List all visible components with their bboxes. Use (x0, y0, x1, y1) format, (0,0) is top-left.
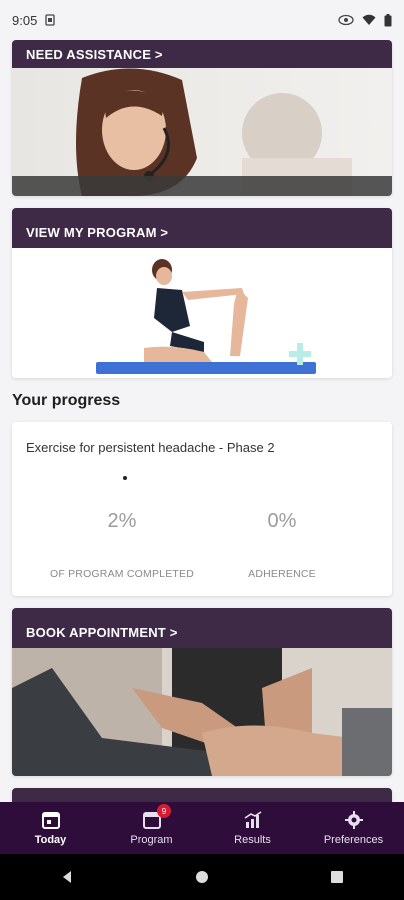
battery-icon (384, 13, 392, 27)
chart-icon (243, 810, 263, 830)
android-navigation-bar (0, 854, 404, 900)
wifi-icon (362, 14, 376, 26)
program-label[interactable]: VIEW MY PROGRAM > (26, 225, 168, 240)
nav-today-label: Today (34, 834, 67, 846)
status-bar: 9:05 (0, 0, 404, 40)
assistance-card[interactable]: NEED ASSISTANCE > (12, 40, 392, 196)
program-image (12, 248, 392, 378)
progress-card[interactable]: Exercise for persistent headache - Phase… (12, 422, 392, 596)
assistance-label[interactable]: NEED ASSISTANCE > (26, 47, 163, 62)
assistance-image (12, 68, 392, 196)
progress-program-name: Exercise for persistent headache - Phase… (26, 440, 275, 455)
completed-value: 2% (107, 510, 137, 532)
nav-preferences-label: Preferences (323, 834, 384, 846)
gear-icon (344, 810, 364, 830)
completed-label: OF PROGRAM COMPLETED (49, 568, 194, 580)
program-card[interactable]: VIEW MY PROGRAM > (12, 208, 392, 378)
home-scroll[interactable]: NEED ASSISTANCE > VIEW MY PROGRAM > Your… (0, 40, 404, 802)
appointment-label[interactable]: BOOK APPOINTMENT > (26, 625, 178, 640)
program-badge: 9 (157, 804, 171, 818)
progress-indicator-dot (123, 476, 127, 480)
adherence-label: ADHERENCE (248, 568, 316, 580)
nav-program-label: Program (130, 834, 173, 846)
nav-results[interactable]: Results (202, 810, 303, 846)
bottom-navigation: Today 9 Program Results Preferences (0, 802, 404, 854)
status-time: 9:05 (12, 12, 38, 28)
eye-icon (338, 14, 354, 26)
appointment-card[interactable]: BOOK APPOINTMENT > (12, 608, 392, 776)
back-icon[interactable] (59, 869, 75, 885)
sim-icon (45, 14, 55, 26)
progress-heading: Your progress (12, 392, 121, 409)
next-card-peek[interactable] (12, 788, 392, 802)
nav-today[interactable]: Today (0, 810, 101, 846)
nav-program[interactable]: 9 Program (101, 804, 202, 846)
adherence-value: 0% (267, 510, 297, 532)
home-icon[interactable] (194, 869, 210, 885)
nav-preferences[interactable]: Preferences (303, 810, 404, 846)
recents-icon[interactable] (329, 869, 345, 885)
appointment-image (12, 648, 392, 776)
calendar-icon (41, 810, 61, 830)
nav-results-label: Results (234, 834, 271, 846)
